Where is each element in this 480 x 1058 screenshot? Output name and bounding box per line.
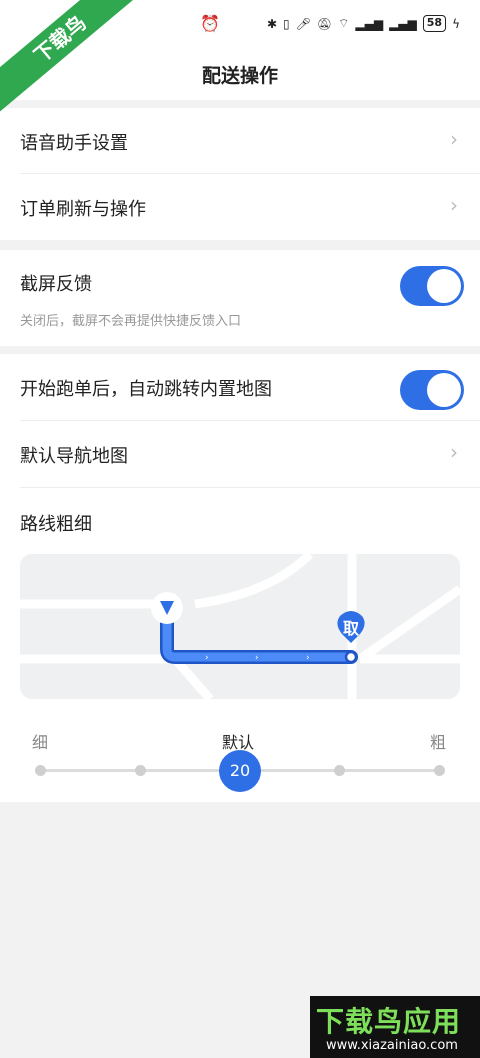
slider-step[interactable] xyxy=(334,765,345,776)
row-label: 默认导航地图 xyxy=(20,446,128,467)
chevron-right-icon: › xyxy=(450,440,458,464)
watermark-brand-url: www.xiazainiao.com xyxy=(326,1038,458,1053)
vibrate-icon: ▯ xyxy=(283,16,290,31)
pickup-marker-label: 取 xyxy=(343,619,359,638)
slider-step[interactable] xyxy=(135,765,146,776)
route-width-slider-thumb[interactable]: 20 xyxy=(219,750,261,792)
signal-icon: ▂▄▆ xyxy=(389,16,417,31)
status-icons: ✱ ▯ 🎤︎ 🔕︎ ⌔ ▂▄▆ ▂▄▆ 58 ϟ xyxy=(267,15,460,32)
page-title: 配送操作 xyxy=(201,65,278,87)
charging-icon: ϟ xyxy=(452,16,460,31)
mic-icon: 🎤︎ xyxy=(295,16,311,31)
route-arrow-icon: › xyxy=(255,653,259,663)
destination-dot xyxy=(344,650,358,664)
screenshot-feedback-toggle[interactable] xyxy=(400,266,464,306)
auto-jump-toggle[interactable] xyxy=(400,370,464,410)
bluetooth-icon: ✱ xyxy=(266,16,278,31)
battery-indicator: 58 xyxy=(422,15,447,32)
toggle-knob xyxy=(427,373,461,407)
row-order-refresh[interactable]: 订单刷新与操作 › xyxy=(20,174,480,240)
signal-icon: ▂▄▆ xyxy=(355,16,384,31)
row-default-nav-map[interactable]: 默认导航地图 › xyxy=(20,421,480,488)
slider-step[interactable] xyxy=(35,765,46,776)
route-width-label: 路线粗细 xyxy=(20,514,92,535)
row-voice-assistant[interactable]: 语音助手设置 › xyxy=(20,108,480,174)
watermark-brand-text: 下载鸟应用 xyxy=(316,1005,462,1038)
row-label: 开始跑单后，自动跳转内置地图 xyxy=(20,379,272,400)
route-width-min-label: 细 xyxy=(32,733,49,752)
chevron-right-icon: › xyxy=(450,127,458,151)
chevron-right-icon: › xyxy=(450,193,458,217)
nav-bar: ‹ 配送操作 xyxy=(0,48,480,100)
section-general: 语音助手设置 › 订单刷新与操作 › xyxy=(0,108,480,240)
watermark-brand: 下载鸟应用 www.xiazainiao.com xyxy=(310,996,480,1058)
route-line-outline xyxy=(160,612,358,664)
route-arrow-icon: › xyxy=(306,653,310,663)
screenshot-feedback-description: 关闭后，截屏不会再提供快捷反馈入口 xyxy=(20,314,242,329)
mute-icon: 🔕︎ xyxy=(316,16,333,31)
toggle-knob xyxy=(427,269,461,303)
row-label: 语音助手设置 xyxy=(20,133,128,154)
row-auto-jump-map[interactable]: 开始跑单后，自动跳转内置地图 xyxy=(20,354,480,421)
screenshot-feedback-label: 截屏反馈 xyxy=(20,274,92,295)
alarm-icon: ⏰ xyxy=(200,14,220,33)
wifi-icon: ⌔ xyxy=(338,16,350,30)
section-screenshot-feedback: 截屏反馈 关闭后，截屏不会再提供快捷反馈入口 xyxy=(0,250,480,346)
route-width-max-label: 粗 xyxy=(430,733,447,752)
row-label: 订单刷新与操作 xyxy=(20,199,146,220)
slider-step[interactable] xyxy=(434,765,445,776)
route-arrow-icon: › xyxy=(205,653,209,663)
map-svg: › › › 取 xyxy=(20,554,460,699)
map-roads xyxy=(20,554,460,699)
route-preview-map: › › › 取 xyxy=(20,554,460,699)
